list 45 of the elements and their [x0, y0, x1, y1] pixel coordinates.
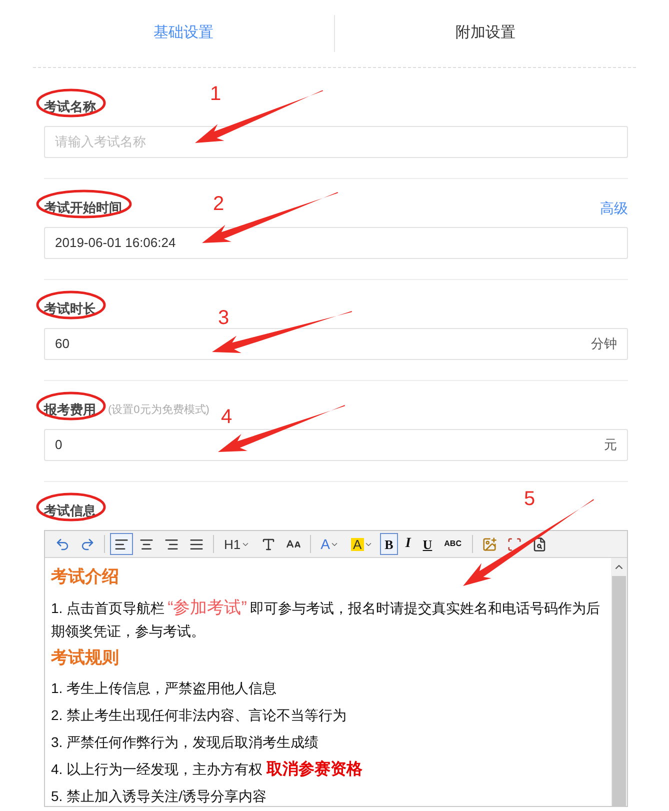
- field-label: 考试名称: [44, 99, 96, 114]
- unit-label: 分钟: [591, 335, 617, 354]
- input-field[interactable]: 60 分钟: [44, 328, 628, 360]
- preview-icon: [532, 536, 546, 552]
- redo-icon: [80, 536, 95, 552]
- content-paragraph: 3. 严禁任何作弊行为，发现后取消考生成绩: [51, 733, 320, 752]
- italic-button[interactable]: I: [400, 533, 416, 555]
- content-paragraph: 1. 考生上传信息，严禁盗用他人信息: [51, 679, 278, 698]
- align-right-icon: [164, 536, 179, 552]
- content-heading: 考试介绍: [51, 566, 120, 588]
- font-color-dropdown[interactable]: A: [316, 533, 344, 555]
- field-label: 考试时长: [44, 301, 96, 316]
- font-icon: [260, 536, 276, 552]
- content-paragraph: 1. 点击首页导航栏 “参加考试” 即可参与考试，报名时请提交真实姓名和电话号码作为后期领奖凭证，参与考试。: [51, 597, 601, 641]
- highlight-dropdown[interactable]: A: [346, 533, 378, 555]
- tab[interactable]: 附加设置: [335, 0, 636, 67]
- highlight-ellipse: [36, 88, 106, 118]
- undo-icon: [55, 536, 70, 552]
- highlight-ellipse: [36, 391, 106, 421]
- content-paragraph: 2. 禁止考生出现任何非法内容、言论不当等行为: [51, 706, 348, 725]
- content-heading: 考试规则: [51, 647, 120, 669]
- align-left-icon: [114, 536, 129, 552]
- annotation-number: 1: [210, 84, 222, 104]
- input-field[interactable]: 0 元: [44, 429, 628, 461]
- annotation-number: 3: [218, 308, 230, 328]
- align-center-icon: [139, 536, 154, 552]
- align-justify-icon: [189, 536, 204, 552]
- content-paragraph: 4. 以上行为一经发现，主办方有权 取消参赛资格: [51, 759, 364, 780]
- unit-label: 元: [604, 436, 617, 454]
- strikethrough-button[interactable]: ABC: [439, 533, 466, 555]
- input-field[interactable]: 2019-06-01 16:06:24: [44, 227, 628, 259]
- highlight-ellipse: [36, 492, 106, 522]
- scrollbar[interactable]: [611, 558, 627, 806]
- content-paragraph: 5. 禁止加入诱导关注/诱导分享内容: [51, 787, 268, 806]
- underline-button[interactable]: U: [418, 533, 438, 555]
- align-left-button[interactable]: [110, 533, 133, 555]
- annotation-number: 4: [221, 407, 232, 427]
- annotation-number: 5: [524, 489, 536, 509]
- bold-button[interactable]: B: [380, 533, 398, 555]
- hint-text: (设置0元为免费模式): [108, 402, 210, 418]
- annotation-number: 2: [213, 194, 224, 214]
- highlight-ellipse: [36, 290, 106, 320]
- image-add-icon: [482, 536, 496, 552]
- rich-text-editor[interactable]: H1 A A B I U ABC 考试介绍 1. 点击首页导航栏 “参加考试” 即可参与考试，报名时请提交真实姓名和电话号码作为后期领奖凭证，参与考试。 考试规则 1. 考生上传信息，严禁盗用他人信息 2. 禁止考生出现任何非法内容、言论不当等行为 3. 严禁任何作弊行为，发现后取消考生成绩 4. 以上行为一经发现，主办方有权 取消参赛资格 5. 禁止加入诱导关注/诱导分享内容: [44, 530, 628, 807]
- heading-dropdown[interactable]: H1: [219, 533, 255, 555]
